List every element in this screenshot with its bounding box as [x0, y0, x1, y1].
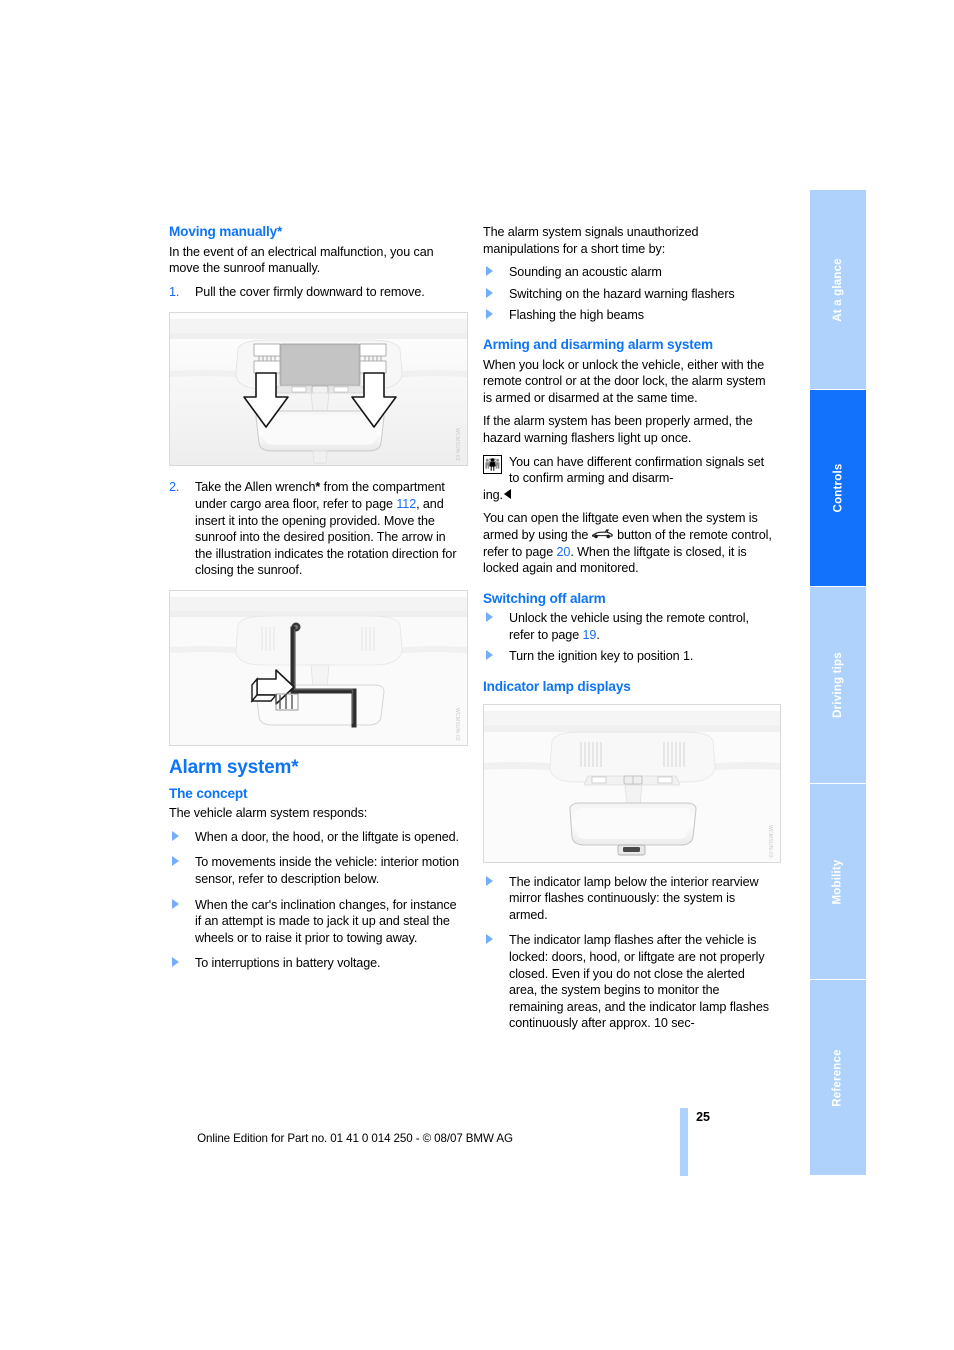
- page-reference-link[interactable]: 19: [583, 628, 597, 642]
- triangle-bullet-icon: [486, 612, 493, 623]
- arming-paragraph-2: If the alarm system has been properly ar…: [483, 414, 753, 445]
- sidebar-tab-mobility[interactable]: Mobility: [810, 784, 866, 980]
- list-item-step-1: 1. Pull the cover firmly downward to rem…: [169, 284, 459, 301]
- note-confirmation-signals: You can have different confirmation sign…: [483, 454, 773, 504]
- bullet-text: When the car's inclination changes, for …: [195, 897, 457, 945]
- step-text-part-a: Take the Allen wrench: [195, 480, 316, 495]
- moving-manually-steps: 1. Pull the cover firmly downward to rem…: [169, 284, 459, 301]
- list-item: When the car's inclination changes, for …: [169, 897, 459, 947]
- figure-allen-wrench-rotation: WCMSUN-02: [169, 589, 468, 746]
- sidebar-tab-label: Driving tips: [832, 652, 844, 718]
- alarm-signal-bullets: Sounding an acoustic alarm Switching on …: [483, 264, 773, 324]
- note-text-tail: ing.: [483, 487, 773, 504]
- end-of-note-marker-icon: [503, 488, 511, 499]
- note-tail-word: ing.: [483, 487, 503, 502]
- concept-intro: The vehicle alarm system responds:: [169, 806, 368, 821]
- sidebar-tab-controls[interactable]: Controls: [810, 390, 866, 587]
- list-item: Flashing the high beams: [483, 307, 773, 324]
- bullet-text: Sounding an acoustic alarm: [509, 265, 662, 280]
- bullet-text-b: .: [596, 627, 600, 642]
- triangle-bullet-icon: [486, 934, 493, 945]
- moving-manually-intro: In the event of an electrical malfunctio…: [169, 244, 434, 276]
- sidebar-tab-at-a-glance[interactable]: At a glance: [810, 190, 866, 390]
- edition-notice: Online Edition for Part no. 01 41 0 014 …: [197, 1132, 513, 1145]
- alarm-signals-intro: The alarm system signals unauthorized ma…: [483, 225, 699, 256]
- indicator-lamp-bullets: The indicator lamp below the interior re…: [483, 874, 773, 1032]
- sidebar-tab-label: At a glance: [832, 257, 844, 322]
- page-reference-link[interactable]: 20: [557, 545, 571, 559]
- moving-manually-steps-2: 2. Take the Allen wrench* from the compa…: [169, 479, 459, 579]
- bullet-text: To movements inside the vehicle: interio…: [195, 855, 459, 886]
- sidebar-tab-reference[interactable]: Reference: [810, 980, 866, 1175]
- heading-alarm-system: Alarm system*: [169, 756, 299, 778]
- step-number: 1.: [169, 284, 180, 299]
- right-text-column: The alarm system signals unauthorized ma…: [483, 224, 781, 1041]
- figure-illustration-2: [170, 590, 467, 745]
- switching-off-bullets: Unlock the vehicle using the remote cont…: [483, 610, 773, 665]
- sidebar-tab-label: Controls: [832, 463, 844, 513]
- list-item-step-2: 2. Take the Allen wrench* from the compa…: [169, 479, 459, 579]
- triangle-bullet-icon: [172, 856, 179, 867]
- list-item: To interruptions in battery voltage.: [169, 955, 459, 972]
- figure-watermark-code: WCMSUN-02: [454, 707, 460, 741]
- triangle-bullet-icon: [486, 650, 493, 661]
- list-item: Turn the ignition key to position 1.: [483, 648, 773, 665]
- figure-watermark-code: WCMSUN-01: [454, 428, 460, 462]
- step-number: 2.: [169, 480, 180, 495]
- sidebar-tab-driving-tips[interactable]: Driving tips: [810, 587, 866, 784]
- people-pictogram-icon: [483, 454, 502, 475]
- triangle-bullet-icon: [172, 957, 179, 968]
- bullet-text: To interruptions in battery voltage.: [195, 956, 381, 971]
- list-item: Switching on the hazard warning flashers: [483, 286, 773, 303]
- section-tab-strip: At a glance Controls Driving tips Mobili…: [810, 190, 866, 1175]
- triangle-bullet-icon: [486, 266, 493, 277]
- triangle-bullet-icon: [486, 875, 493, 886]
- heading-arming-disarming: Arming and disarming alarm system: [483, 336, 713, 352]
- bullet-text-a: Unlock the vehicle using the remote cont…: [509, 611, 749, 642]
- note-text: You can have different confirmation sign…: [509, 454, 765, 486]
- figure-indicator-lamp: WCMSUN-03: [483, 703, 781, 863]
- heading-the-concept: The concept: [169, 785, 248, 801]
- step-text: Pull the cover firmly downward to remove…: [195, 284, 425, 299]
- list-item: The indicator lamp flashes after the veh…: [483, 932, 773, 1032]
- heading-moving-manually: Moving manually*: [169, 224, 283, 239]
- list-item: To movements inside the vehicle: interio…: [169, 854, 459, 887]
- bullet-text: Switching on the hazard warning flashers: [509, 286, 735, 301]
- bullet-text: When a door, the hood, or the liftgate i…: [195, 829, 459, 844]
- arming-paragraph-1: When you lock or unlock the vehicle, eit…: [483, 357, 766, 405]
- figure-watermark-code: WCMSUN-03: [767, 824, 773, 858]
- figure-illustration-1: [170, 313, 467, 466]
- page-number: 25: [696, 1110, 710, 1124]
- manual-page: At a glance Controls Driving tips Mobili…: [0, 0, 954, 1350]
- bullet-text: Flashing the high beams: [509, 308, 644, 323]
- list-item: The indicator lamp below the interior re…: [483, 874, 773, 924]
- triangle-bullet-icon: [172, 898, 179, 909]
- heading-switching-off-alarm: Switching off alarm: [483, 590, 606, 606]
- heading-indicator-lamp-displays: Indicator lamp displays: [483, 679, 631, 695]
- bullet-text: The indicator lamp below the interior re…: [509, 874, 759, 922]
- triangle-bullet-icon: [172, 830, 179, 841]
- footer-accent-bar: [680, 1108, 688, 1176]
- page-reference-link[interactable]: 112: [396, 497, 416, 511]
- triangle-bullet-icon: [486, 309, 493, 320]
- list-item: When a door, the hood, or the liftgate i…: [169, 829, 459, 846]
- triangle-bullet-icon: [486, 287, 493, 298]
- list-item: Sounding an acoustic alarm: [483, 264, 773, 281]
- sidebar-tab-label: Reference: [832, 1048, 845, 1107]
- sidebar-tab-label: Mobility: [831, 858, 844, 905]
- bullet-text: Turn the ignition key to position 1.: [509, 649, 694, 664]
- figure-sunroof-cover-removal: WCMSUN-01: [169, 312, 468, 467]
- list-item: Unlock the vehicle using the remote cont…: [483, 610, 773, 643]
- figure-illustration-3: [484, 704, 780, 862]
- liftgate-button-icon: [591, 527, 614, 539]
- liftgate-paragraph: You can open the liftgate even when the …: [483, 510, 773, 576]
- left-text-column: Moving manually* In the event of an elec…: [169, 224, 468, 981]
- bullet-text: The indicator lamp flashes after the veh…: [509, 933, 769, 1031]
- alarm-concept-bullets: When a door, the hood, or the liftgate i…: [169, 829, 459, 972]
